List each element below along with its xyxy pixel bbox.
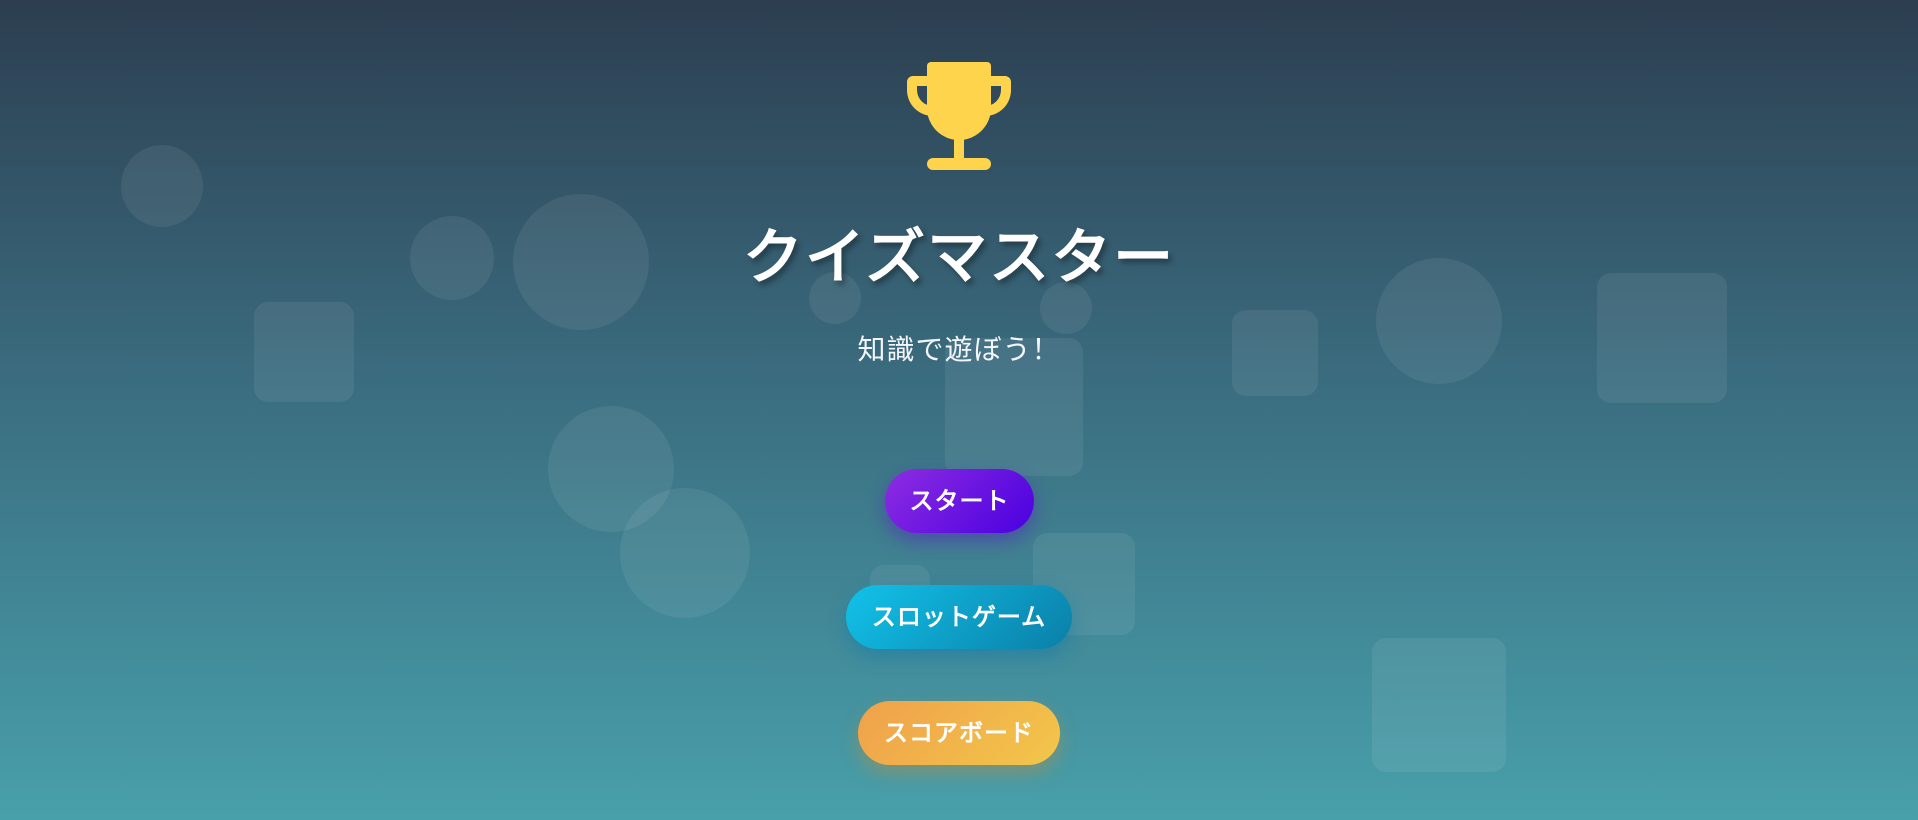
game-subtitle: 知識で遊ぼう！ [857,333,1061,366]
main-menu: クイズマスター 知識で遊ぼう！ スタート スロットゲーム スコアボード [0,0,1918,820]
trophy-icon [907,62,1011,170]
start-button[interactable]: スタート [885,469,1034,533]
game-title: クイズマスター [742,223,1176,293]
scoreboard-button[interactable]: スコアボード [858,701,1060,765]
slot-game-button[interactable]: スロットゲーム [846,585,1072,649]
